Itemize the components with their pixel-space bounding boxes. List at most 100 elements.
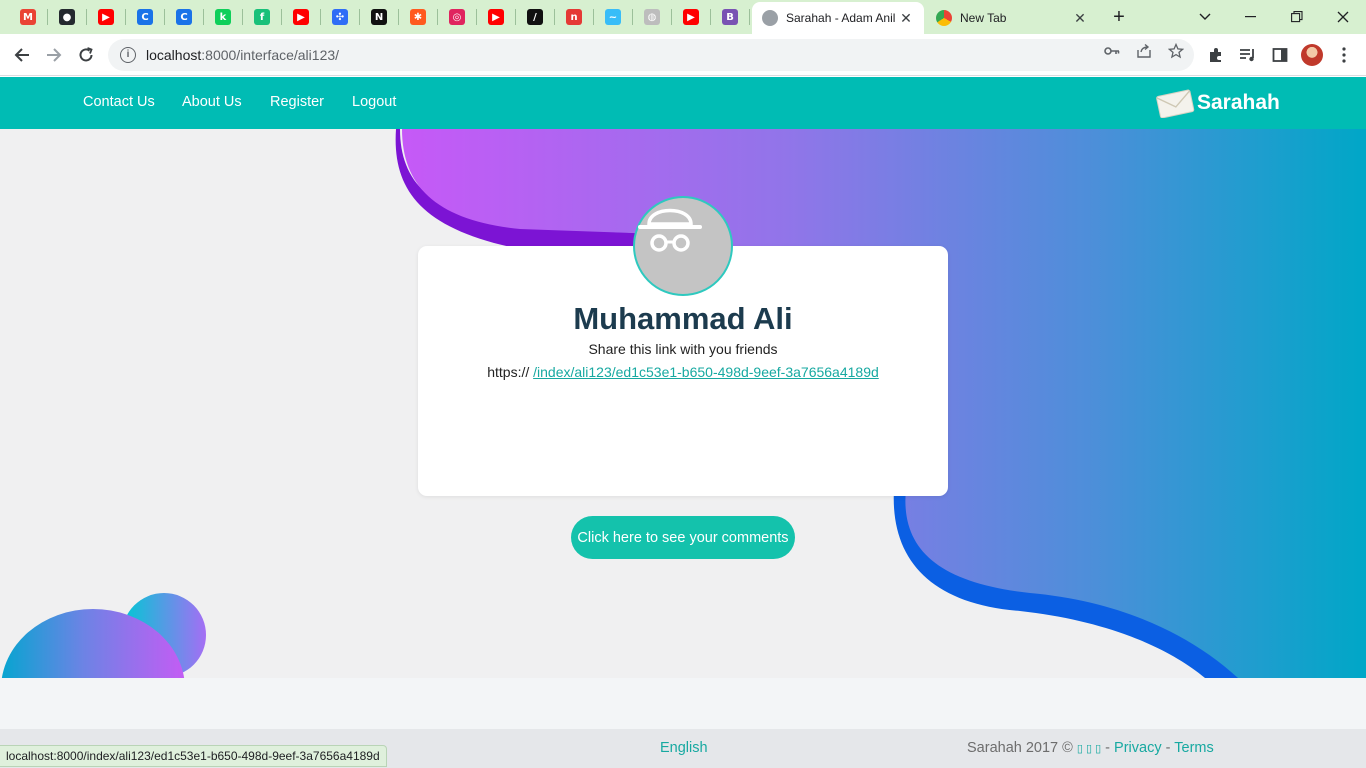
pinned-tab[interactable]: f — [249, 5, 275, 29]
nav-register[interactable]: Register — [270, 94, 324, 110]
nav-about-us[interactable]: About Us — [182, 94, 242, 110]
chrome-icon — [936, 10, 952, 26]
nav-contact-us[interactable]: Contact Us — [83, 94, 155, 110]
tab-separator — [47, 9, 48, 25]
pinned-tab[interactable]: ~ — [600, 5, 626, 29]
tab-new-tab[interactable]: New Tab ✕ — [926, 2, 1098, 34]
next-icon: N — [371, 9, 387, 25]
close-icon[interactable]: ✕ — [1072, 10, 1088, 27]
new-tab-button[interactable]: + — [1098, 0, 1140, 34]
pinned-tab[interactable]: / — [522, 5, 548, 29]
link-prefix: https:// — [487, 364, 530, 380]
tab-sarahah[interactable]: Sarahah - Adam Anil ✕ — [752, 2, 924, 34]
pinned-tab[interactable]: M — [15, 5, 41, 29]
pinned-tab[interactable]: C — [132, 5, 158, 29]
url-path: :8000/interface/ali123/ — [201, 47, 340, 63]
pinned-tab[interactable]: C — [171, 5, 197, 29]
tab-search-button[interactable] — [1182, 0, 1228, 34]
incognito-icon — [638, 208, 702, 252]
github-icon: ● — [59, 9, 75, 25]
share-link-row: https:// /index/ali123/ed1c53e1-b650-498… — [418, 364, 948, 380]
copyright-text: Sarahah 2017 © — [967, 740, 1073, 756]
youtube-icon: ▶ — [293, 9, 309, 25]
site-navbar: Contact Us About Us Register Logout Sara… — [0, 77, 1366, 129]
youtube-icon: ▶ — [683, 9, 699, 25]
tab-separator — [164, 9, 165, 25]
address-bar[interactable]: i localhost:8000/interface/ali123/ — [108, 39, 1194, 71]
tab-separator — [242, 9, 243, 25]
tab-separator — [749, 9, 750, 25]
c-app-icon: C — [137, 9, 153, 25]
youtube-icon: ▶ — [488, 9, 504, 25]
pinned-tab[interactable]: n — [561, 5, 587, 29]
pinned-tab[interactable]: N — [366, 5, 392, 29]
tab-separator — [632, 9, 633, 25]
minimize-icon — [1245, 16, 1256, 18]
close-window-button[interactable] — [1320, 0, 1366, 34]
nav-logout[interactable]: Logout — [352, 94, 396, 110]
pinned-tab[interactable]: ● — [54, 5, 80, 29]
reload-icon — [79, 47, 93, 62]
side-panel-icon[interactable] — [1269, 44, 1291, 66]
pinned-tab[interactable]: ▶ — [678, 5, 704, 29]
fh-app-icon: f — [254, 9, 270, 25]
profile-name: Muhammad Ali — [573, 301, 793, 336]
info-icon[interactable]: i — [120, 47, 136, 63]
brand-logo[interactable]: Sarahah — [1155, 87, 1280, 119]
minimize-button[interactable] — [1228, 0, 1274, 34]
c-app-icon: C — [176, 9, 192, 25]
star-icon[interactable] — [1167, 42, 1185, 60]
tab-separator — [359, 9, 360, 25]
tab-separator — [554, 9, 555, 25]
menu-icon[interactable] — [1333, 44, 1355, 66]
reload-button[interactable] — [70, 39, 102, 71]
pinned-tab[interactable]: ▶ — [93, 5, 119, 29]
youtube-icon: ▶ — [98, 9, 114, 25]
pinned-tab[interactable]: ✣ — [327, 5, 353, 29]
close-icon[interactable]: ✕ — [898, 10, 914, 27]
back-button[interactable] — [6, 39, 38, 71]
gmail-icon: M — [20, 9, 36, 25]
pinned-tab[interactable]: ▶ — [288, 5, 314, 29]
pinned-tab[interactable]: B — [717, 5, 743, 29]
footer-copyright: Sarahah 2017 © ▯ ▯ ▯ - Privacy - Terms — [967, 740, 1214, 756]
share-icon[interactable] — [1135, 42, 1153, 60]
tab-title: Sarahah - Adam Anil — [786, 11, 896, 25]
globe-icon: ◍ — [644, 9, 660, 25]
arrow-right-icon — [47, 48, 62, 62]
media-icon[interactable] — [1237, 44, 1259, 66]
footer-separator: - — [1105, 740, 1111, 756]
bootstrap-icon: B — [722, 9, 738, 25]
chevron-down-icon — [1199, 13, 1211, 20]
key-icon[interactable] — [1103, 42, 1121, 60]
envelope-icon — [1156, 89, 1195, 118]
tab-separator — [476, 9, 477, 25]
arrow-left-icon — [14, 48, 29, 62]
forward-button[interactable] — [38, 39, 70, 71]
share-link[interactable]: /index/ali123/ed1c53e1-b650-498d-9eef-3a… — [533, 364, 879, 380]
see-comments-button[interactable]: Click here to see your comments — [571, 516, 795, 559]
pinned-tab[interactable]: ✱ — [405, 5, 431, 29]
tab-separator — [398, 9, 399, 25]
restore-button[interactable] — [1274, 0, 1320, 34]
pinned-tab[interactable]: ◎ — [444, 5, 470, 29]
n-app-icon: n — [566, 9, 582, 25]
profile-avatar[interactable] — [1301, 44, 1323, 66]
pinned-tab[interactable]: k — [210, 5, 236, 29]
terms-link[interactable]: Terms — [1174, 740, 1213, 756]
asterisk-icon: ✱ — [410, 9, 426, 25]
pinned-tab[interactable]: ▶ — [483, 5, 509, 29]
extensions-icon[interactable] — [1205, 44, 1227, 66]
spiral-icon: ◎ — [449, 9, 465, 25]
tab-separator — [593, 9, 594, 25]
tailwind-icon: ~ — [605, 9, 621, 25]
blocks-icon: ✣ — [332, 9, 348, 25]
pinned-tab[interactable]: ◍ — [639, 5, 665, 29]
language-link[interactable]: English — [660, 740, 708, 756]
tab-title: New Tab — [960, 11, 1007, 25]
content-spacer — [0, 678, 1366, 729]
privacy-link[interactable]: Privacy — [1114, 740, 1162, 756]
avatar — [633, 196, 733, 296]
tab-separator — [281, 9, 282, 25]
status-bar: localhost:8000/index/ali123/ed1c53e1-b65… — [0, 745, 387, 767]
